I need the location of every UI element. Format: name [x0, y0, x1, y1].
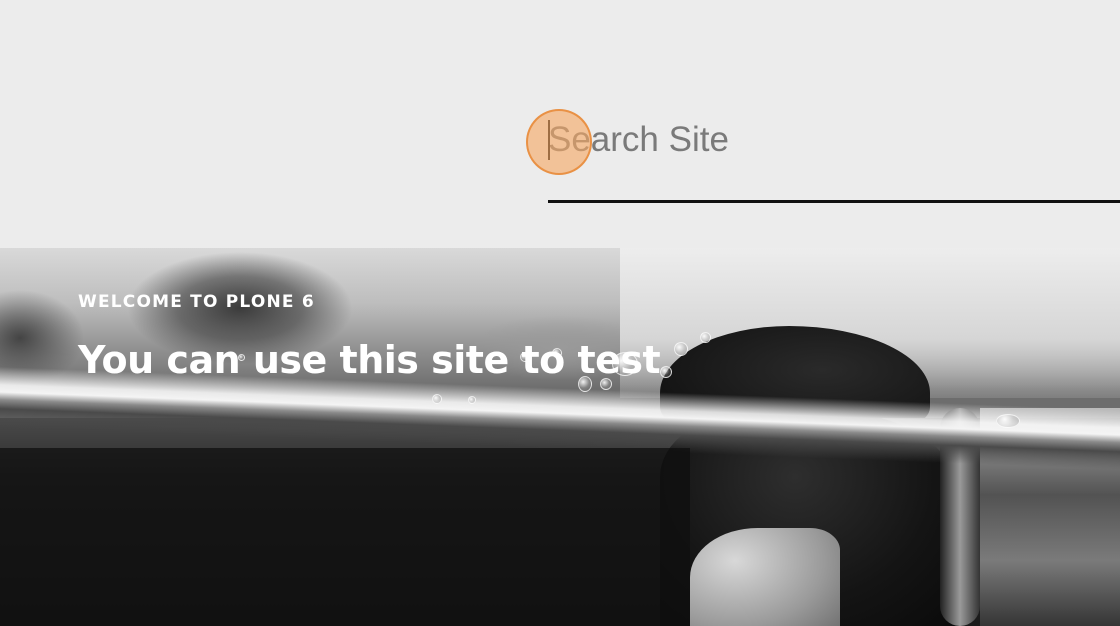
bubble — [996, 414, 1020, 428]
bubble — [468, 396, 476, 404]
bubble — [432, 394, 442, 404]
bubble — [700, 332, 711, 343]
bubble — [660, 366, 672, 378]
hero-title: You can use this site to test — [78, 338, 661, 382]
text-caret — [548, 120, 550, 160]
search-overlay — [0, 0, 1120, 248]
hero-text-panel — [0, 448, 690, 626]
page: WELCOME TO PLONE 6 You can use this site… — [0, 0, 1120, 626]
bubble — [674, 342, 688, 356]
hero-eyebrow: WELCOME TO PLONE 6 — [78, 292, 315, 312]
hero-image-duck-patch — [690, 528, 840, 626]
search-underline — [548, 200, 1120, 203]
search-input[interactable] — [548, 112, 1120, 168]
